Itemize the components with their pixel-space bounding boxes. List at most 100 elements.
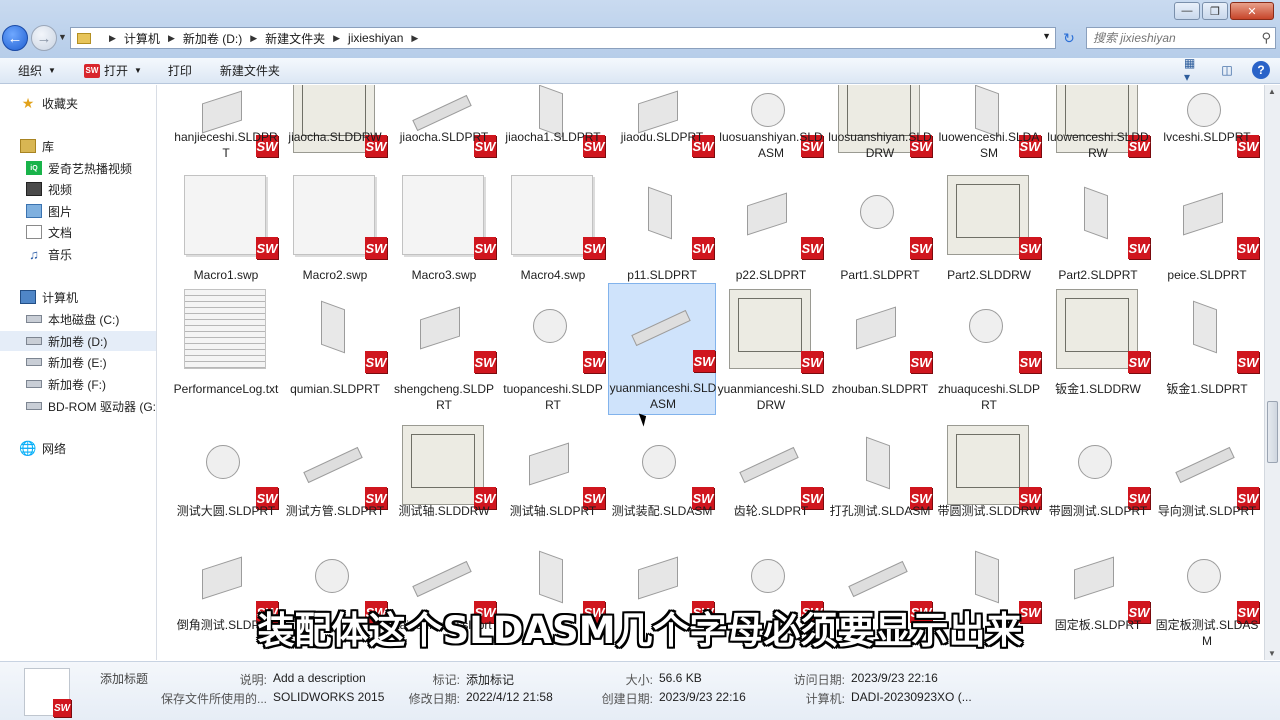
preview-pane-icon[interactable]: ◫ [1218,61,1236,79]
sidebar-item-drive-f[interactable]: 新加卷 (F:) [26,374,106,394]
file-item[interactable]: SW Part1.SLDPRT [826,171,934,291]
breadcrumb-new-folder[interactable]: 新建文件夹 [265,30,325,47]
sidebar-item-libraries[interactable]: 库 [20,136,54,156]
file-item[interactable]: SW yuanmianceshi.SLDASM [608,283,716,415]
file-item[interactable]: SW yuanmianceshi.SLDDRW [717,285,825,412]
sidebar-item-drive-c[interactable]: 本地磁盘 (C:) [26,309,119,329]
chevron-down-icon[interactable]: ▼ [134,66,142,75]
scroll-up-icon[interactable]: ▲ [1268,87,1276,96]
file-item[interactable]: PerformanceLog.txt [172,285,280,405]
sidebar-item-drive-e[interactable]: 新加卷 (E:) [26,352,107,372]
file-item[interactable]: SW Part2.SLDPRT [1044,171,1152,291]
forward-button[interactable]: → [31,25,57,51]
refresh-button[interactable]: ↻ [1058,28,1080,48]
file-item[interactable]: SW 齿轮.SLDPRT [717,421,825,541]
address-dropdown-icon[interactable]: ▼ [1042,31,1051,41]
file-item[interactable]: SW Macro3.swp [390,171,498,291]
close-button[interactable]: ✕ [1230,2,1274,20]
file-name: Macro2.swp [302,268,368,282]
sidebar-label: 音乐 [48,247,73,262]
file-thumbnail [621,288,703,368]
file-item[interactable]: SW peice.SLDPRT [1153,171,1261,291]
add-title-field[interactable]: 添加标题 [100,670,148,687]
file-item[interactable]: SW qumian.SLDPRT [281,285,389,405]
part-preview-icon [539,550,563,604]
sidebar-item-network[interactable]: 🌐 网络 [19,438,66,458]
search-box[interactable]: ⚲ [1086,27,1276,49]
file-thumbnail [293,425,375,505]
sidebar-item-videos[interactable]: 视频 [26,179,72,199]
file-item[interactable]: SW 测试装配.SLDASM [608,421,716,541]
tags-field[interactable]: 添加标记 [466,671,514,688]
file-item[interactable]: SW 测试轴.SLDDRW [390,421,498,541]
file-thumbnail [402,425,484,505]
address-bar[interactable]: ▶ 计算机 ▶ 新加卷 (D:) ▶ 新建文件夹 ▶ jixieshiyan ▶… [70,27,1056,49]
file-item[interactable]: SW 测试方管.SLDPRT [281,421,389,541]
file-item[interactable]: SW p11.SLDPRT [608,171,716,291]
search-icon[interactable]: ⚲ [1261,30,1271,46]
breadcrumb-computer[interactable]: 计算机 [124,30,160,47]
file-name: jiaodu.SLDPRT [620,130,704,144]
part-preview-icon [747,192,787,236]
sidebar-item-documents[interactable]: 文档 [26,222,72,242]
file-item[interactable]: SW tuopanceshi.SLDPRT [499,285,607,412]
file-thumbnail [838,425,920,505]
chevron-right-icon[interactable]: ▶ [333,33,340,44]
file-item[interactable]: SW 带圆测试.SLDDRW [935,421,1043,541]
chevron-right-icon[interactable]: ▶ [411,33,418,44]
organize-button[interactable]: 组织 ▼ [18,62,56,79]
file-item[interactable]: SW 钣金1.SLDPRT [1153,285,1261,405]
file-item[interactable]: SW Macro2.swp [281,171,389,291]
file-name: jiaocha.SLDDRW [288,130,382,144]
file-item[interactable]: SW zhuaquceshi.SLDPRT [935,285,1043,412]
file-item[interactable]: SW shengcheng.SLDPRT [390,285,498,412]
sidebar-item-favorites[interactable]: ★ 收藏夹 [20,93,78,113]
vertical-scrollbar[interactable]: ▲ ▼ [1264,85,1280,660]
file-item[interactable]: SW Macro4.swp [499,171,607,291]
part-preview-icon [315,559,349,593]
sidebar-item-drive-d[interactable]: 新加卷 (D:) [0,331,156,351]
print-button[interactable]: 打印 [168,62,192,79]
file-name: hanjieceshi.SLDPRT [174,130,278,160]
part-preview-icon [202,556,242,600]
file-item[interactable]: SW zhouban.SLDPRT [826,285,934,405]
file-item[interactable]: SW Macro1.swp [172,171,280,291]
sidebar-item-pictures[interactable]: 图片 [26,201,72,221]
file-thumbnail [402,289,484,369]
view-options-icon[interactable]: ▦ ▾ [1184,56,1202,84]
file-item[interactable]: SW 钣金1.SLDDRW [1044,285,1152,405]
breadcrumb-drive-d[interactable]: 新加卷 (D:) [183,30,242,47]
restore-button[interactable]: ❐ [1202,2,1228,20]
help-icon[interactable]: ? [1252,61,1270,79]
part-preview-icon [412,94,472,132]
part-preview-icon [412,560,472,598]
tags-key: 标记: [432,673,460,687]
file-item[interactable]: SW 导向测试.SLDPRT [1153,421,1261,541]
file-item[interactable]: SW 测试大圆.SLDPRT [172,421,280,541]
sidebar-item-bd-rom[interactable]: BD-ROM 驱动器 (G: [26,396,157,416]
open-button[interactable]: SW 打开 ▼ [83,62,142,79]
file-item[interactable]: SW p22.SLDPRT [717,171,825,291]
search-input[interactable] [1087,28,1247,48]
file-item[interactable]: SW Part2.SLDDRW [935,171,1043,291]
sidebar-item-computer[interactable]: 计算机 [20,287,78,307]
file-item[interactable]: SW 带圆测试.SLDPRT [1044,421,1152,541]
description-field[interactable]: Add a description [273,671,366,685]
breadcrumb: ▶ 计算机 ▶ 新加卷 (D:) ▶ 新建文件夹 ▶ jixieshiyan ▶ [101,30,426,47]
scrollbar-thumb[interactable] [1267,401,1278,463]
back-button[interactable]: ← [2,25,28,51]
history-dropdown[interactable]: ▼ [58,32,67,42]
minimize-button[interactable]: — [1174,2,1200,20]
file-item[interactable]: SW 打孔测试.SLDASM [826,421,934,541]
saved-with-key: 保存文件所使用的... [160,692,267,706]
chevron-right-icon[interactable]: ▶ [250,33,257,44]
chevron-right-icon[interactable]: ▶ [168,33,175,44]
part-preview-icon [642,445,676,479]
sidebar-item-music[interactable]: ♫ 音乐 [26,244,72,264]
library-icon [20,139,36,153]
breadcrumb-jixieshiyan[interactable]: jixieshiyan [348,31,403,45]
file-item[interactable]: SW 测试轴.SLDPRT [499,421,607,541]
sidebar-item-iqiyi[interactable]: iQ 爱奇艺热播视频 [26,158,132,178]
new-folder-button[interactable]: 新建文件夹 [220,62,280,79]
file-thumbnail [838,289,920,369]
